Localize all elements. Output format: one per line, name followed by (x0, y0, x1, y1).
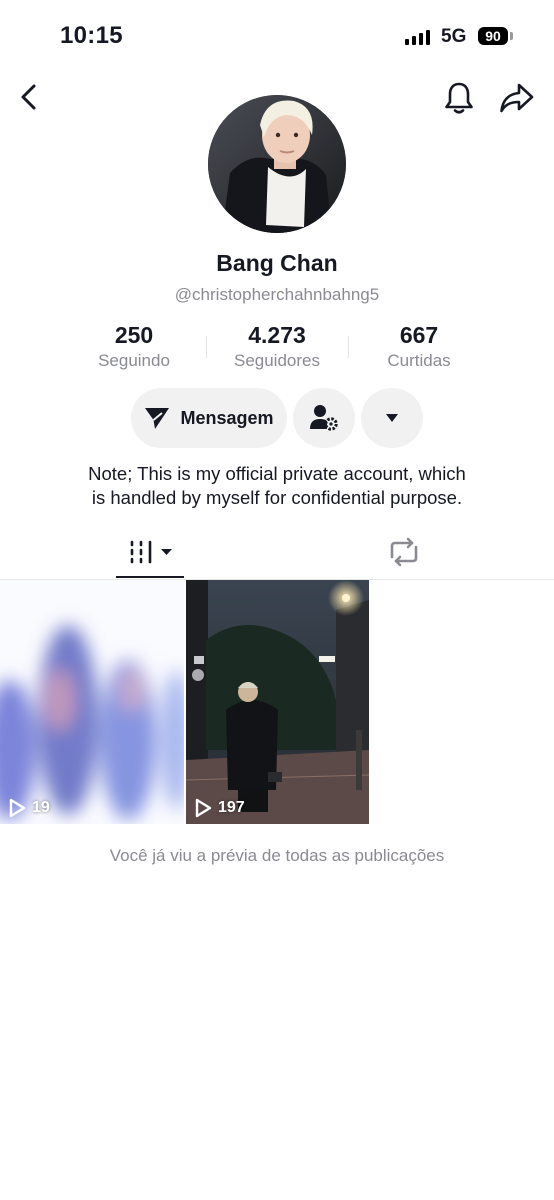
network-type: 5G (441, 26, 467, 47)
tab-reposts[interactable] (384, 532, 424, 572)
more-options-button[interactable] (361, 388, 423, 448)
play-icon (195, 798, 212, 818)
battery-indicator: 90 (478, 27, 508, 45)
share-arrow-icon (500, 83, 534, 113)
profile-bio: Note; This is my official private accoun… (40, 462, 514, 510)
caret-down-icon (386, 414, 398, 422)
stat-likes-count[interactable]: 667 (349, 322, 489, 349)
preview-end-message: Você já viu a prévia de todas as publica… (109, 846, 445, 865)
status-time: 10:15 (60, 22, 123, 49)
stat-following-label: Seguindo (98, 351, 170, 370)
profile-handle: @christopherchahnbahng5 (174, 285, 380, 304)
bio-line: Note; This is my official private accoun… (88, 463, 466, 484)
video-views: 19 (8, 798, 50, 818)
thumbnail-image (186, 580, 369, 824)
tab-active-indicator (116, 576, 184, 578)
stat-likes-label: Curtidas (387, 351, 451, 370)
video-views: 197 (194, 798, 245, 818)
battery-tip (510, 32, 513, 40)
notifications-button[interactable] (441, 80, 477, 116)
tab-videos[interactable] (116, 532, 184, 572)
thumbnail-image (0, 625, 184, 820)
chevron-left-icon (21, 84, 36, 110)
video-view-count: 19 (32, 799, 50, 816)
video-thumbnail[interactable]: 19 (0, 580, 184, 824)
caret-down-icon (160, 549, 172, 555)
message-button-label: Mensagem (180, 407, 274, 428)
bio-line: is handled by myself for confidential pu… (91, 487, 463, 508)
share-button[interactable] (498, 80, 536, 116)
person-gear-icon (310, 405, 338, 431)
avatar[interactable] (208, 95, 346, 233)
add-friend-button[interactable] (293, 388, 355, 448)
signal-icon (405, 30, 430, 45)
stat-followers-count[interactable]: 4.273 (207, 322, 347, 349)
grid-icon (130, 540, 151, 564)
video-thumbnail[interactable]: 197 (186, 580, 369, 824)
stat-followers-label: Seguidores (233, 351, 320, 370)
profile-name: Bang Chan (216, 250, 338, 276)
avatar-photo (208, 95, 346, 233)
bell-icon (445, 82, 473, 114)
play-icon (9, 798, 26, 818)
repost-icon (390, 537, 418, 567)
video-view-count: 197 (218, 799, 245, 816)
message-button[interactable]: Mensagem (131, 388, 287, 448)
send-icon (145, 408, 170, 429)
stat-following-count[interactable]: 250 (64, 322, 204, 349)
back-button[interactable] (14, 82, 44, 112)
